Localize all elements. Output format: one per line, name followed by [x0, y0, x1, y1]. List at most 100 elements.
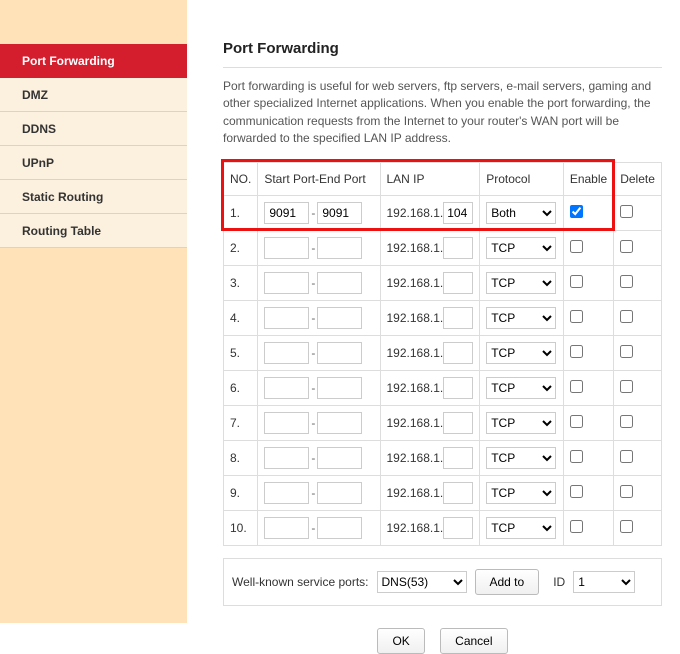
delete-checkbox[interactable]	[620, 485, 633, 498]
lan-cell: 192.168.1.	[380, 300, 480, 335]
add-to-button[interactable]: Add to	[475, 569, 540, 595]
enable-cell	[563, 370, 613, 405]
start-port-input[interactable]	[264, 447, 309, 469]
cancel-button[interactable]: Cancel	[440, 628, 507, 654]
start-port-input[interactable]	[264, 482, 309, 504]
end-port-input[interactable]	[317, 482, 362, 504]
nav-upnp[interactable]: UPnP	[0, 146, 187, 180]
enable-cell	[563, 475, 613, 510]
enable-checkbox[interactable]	[570, 415, 583, 428]
enable-checkbox[interactable]	[570, 380, 583, 393]
enable-checkbox[interactable]	[570, 345, 583, 358]
delete-checkbox[interactable]	[620, 275, 633, 288]
port-separator: -	[311, 416, 315, 430]
protocol-select[interactable]: TCP	[486, 517, 556, 539]
end-port-input[interactable]	[317, 377, 362, 399]
protocol-select[interactable]: TCP	[486, 482, 556, 504]
lan-last-octet-input[interactable]	[443, 202, 473, 224]
delete-checkbox[interactable]	[620, 240, 633, 253]
id-select[interactable]: 1	[573, 571, 635, 593]
port-separator: -	[311, 311, 315, 325]
lan-last-octet-input[interactable]	[443, 237, 473, 259]
ports-cell: -	[258, 300, 380, 335]
delete-checkbox[interactable]	[620, 205, 633, 218]
lan-prefix: 192.168.1.	[387, 451, 444, 465]
nav-dmz[interactable]: DMZ	[0, 78, 187, 112]
ports-cell: -	[258, 405, 380, 440]
start-port-input[interactable]	[264, 412, 309, 434]
table-row: 9.-192.168.1.TCP	[224, 475, 662, 510]
delete-checkbox[interactable]	[620, 520, 633, 533]
start-port-input[interactable]	[264, 307, 309, 329]
nav-ddns[interactable]: DDNS	[0, 112, 187, 146]
ports-cell: -	[258, 475, 380, 510]
end-port-input[interactable]	[317, 272, 362, 294]
enable-checkbox[interactable]	[570, 240, 583, 253]
start-port-input[interactable]	[264, 342, 309, 364]
enable-checkbox[interactable]	[570, 205, 583, 218]
table-row: 3.-192.168.1.TCP	[224, 265, 662, 300]
end-port-input[interactable]	[317, 202, 362, 224]
delete-checkbox[interactable]	[620, 450, 633, 463]
enable-checkbox[interactable]	[570, 520, 583, 533]
enable-cell	[563, 300, 613, 335]
lan-last-octet-input[interactable]	[443, 447, 473, 469]
header-no: NO.	[224, 162, 258, 195]
lan-last-octet-input[interactable]	[443, 412, 473, 434]
end-port-input[interactable]	[317, 307, 362, 329]
protocol-select[interactable]: TCP	[486, 377, 556, 399]
end-port-input[interactable]	[317, 237, 362, 259]
nav-routing-table[interactable]: Routing Table	[0, 214, 187, 248]
protocol-select[interactable]: TCP	[486, 447, 556, 469]
enable-cell	[563, 405, 613, 440]
enable-checkbox[interactable]	[570, 275, 583, 288]
delete-checkbox[interactable]	[620, 415, 633, 428]
lan-cell: 192.168.1.	[380, 335, 480, 370]
lan-last-octet-input[interactable]	[443, 517, 473, 539]
page-title: Port Forwarding	[223, 40, 662, 68]
port-separator: -	[311, 381, 315, 395]
end-port-input[interactable]	[317, 517, 362, 539]
start-port-input[interactable]	[264, 202, 309, 224]
lan-prefix: 192.168.1.	[387, 241, 444, 255]
table-row: 2.-192.168.1.TCP	[224, 230, 662, 265]
lan-last-octet-input[interactable]	[443, 272, 473, 294]
protocol-select[interactable]: Both	[486, 202, 556, 224]
lan-cell: 192.168.1.	[380, 440, 480, 475]
protocol-select[interactable]: TCP	[486, 237, 556, 259]
delete-checkbox[interactable]	[620, 345, 633, 358]
protocol-select[interactable]: TCP	[486, 412, 556, 434]
enable-checkbox[interactable]	[570, 485, 583, 498]
page-description: Port forwarding is useful for web server…	[223, 78, 662, 148]
lan-cell: 192.168.1.	[380, 475, 480, 510]
delete-checkbox[interactable]	[620, 310, 633, 323]
wellknown-select[interactable]: DNS(53)	[377, 571, 467, 593]
end-port-input[interactable]	[317, 412, 362, 434]
lan-last-octet-input[interactable]	[443, 377, 473, 399]
ok-button[interactable]: OK	[377, 628, 424, 654]
protocol-cell: TCP	[480, 510, 564, 545]
end-port-input[interactable]	[317, 342, 362, 364]
start-port-input[interactable]	[264, 272, 309, 294]
ports-cell: -	[258, 510, 380, 545]
delete-cell	[614, 370, 662, 405]
enable-checkbox[interactable]	[570, 450, 583, 463]
start-port-input[interactable]	[264, 237, 309, 259]
lan-last-octet-input[interactable]	[443, 482, 473, 504]
enable-cell	[563, 230, 613, 265]
start-port-input[interactable]	[264, 517, 309, 539]
protocol-select[interactable]: TCP	[486, 307, 556, 329]
nav-static-routing[interactable]: Static Routing	[0, 180, 187, 214]
header-protocol: Protocol	[480, 162, 564, 195]
lan-last-octet-input[interactable]	[443, 307, 473, 329]
nav-port-forwarding[interactable]: Port Forwarding	[0, 44, 187, 78]
protocol-select[interactable]: TCP	[486, 342, 556, 364]
end-port-input[interactable]	[317, 447, 362, 469]
lan-last-octet-input[interactable]	[443, 342, 473, 364]
lan-prefix: 192.168.1.	[387, 276, 444, 290]
protocol-select[interactable]: TCP	[486, 272, 556, 294]
delete-checkbox[interactable]	[620, 380, 633, 393]
lan-cell: 192.168.1.	[380, 195, 480, 230]
enable-checkbox[interactable]	[570, 310, 583, 323]
start-port-input[interactable]	[264, 377, 309, 399]
